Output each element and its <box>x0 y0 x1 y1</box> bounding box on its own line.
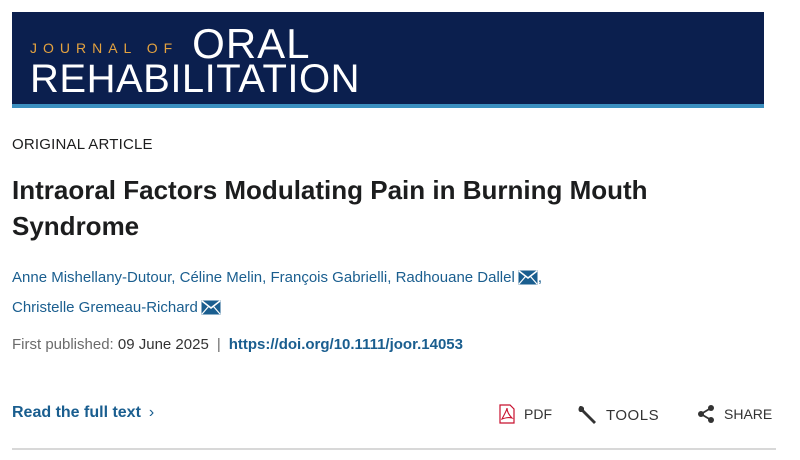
author-separator: , <box>387 269 396 286</box>
pdf-label: PDF <box>524 406 552 422</box>
divider <box>12 448 776 450</box>
published-date: 09 June 2025 <box>117 336 209 353</box>
chevron-right-icon: › <box>148 404 155 421</box>
journal-banner[interactable]: JOURNAL OF ORAL REHABILITATION <box>12 12 764 108</box>
publication-info: First published: 09 June 2025 | https://do… <box>12 336 463 353</box>
envelope-icon[interactable] <box>518 267 538 294</box>
read-full-text-label: Read the full text <box>12 404 141 421</box>
author-list: Anne Mishellany-Dutour, Céline Melin, Fr… <box>12 264 772 324</box>
pdf-button[interactable]: PDF <box>498 404 552 424</box>
info-separator: | <box>216 336 221 353</box>
share-icon <box>696 404 716 424</box>
author-link[interactable]: Céline Melin <box>180 269 263 286</box>
author-separator: , <box>537 269 542 286</box>
author-link[interactable]: François Gabrielli <box>271 269 388 286</box>
tools-label: TOOLS <box>606 406 660 424</box>
article-type: ORIGINAL ARTICLE <box>12 136 153 153</box>
doi-link[interactable]: https://doi.org/10.1111/joor.14053 <box>229 336 463 353</box>
tools-button[interactable]: TOOLS <box>576 404 659 426</box>
envelope-icon[interactable] <box>201 297 221 324</box>
author-separator: , <box>171 269 180 286</box>
author-separator: , <box>262 269 271 286</box>
article-actions: Read the full text › PDF TOOLS SHARE <box>12 402 776 430</box>
logo-rehabilitation: REHABILITATION <box>30 57 361 101</box>
author-link[interactable]: Anne Mishellany-Dutour <box>12 269 171 286</box>
share-button[interactable]: SHARE <box>696 404 772 424</box>
published-label: First published: <box>12 336 114 353</box>
pdf-file-icon <box>498 404 516 424</box>
author-link[interactable]: Radhouane Dallel <box>396 269 515 286</box>
journal-logo[interactable]: JOURNAL OF ORAL REHABILITATION <box>30 23 361 101</box>
share-label: SHARE <box>724 406 773 422</box>
read-full-text-link[interactable]: Read the full text › <box>12 404 154 422</box>
wrench-icon <box>576 404 598 426</box>
author-link[interactable]: Christelle Gremeau-Richard <box>12 299 198 316</box>
article-title: Intraoral Factors Modulating Pain in Bur… <box>12 175 648 241</box>
